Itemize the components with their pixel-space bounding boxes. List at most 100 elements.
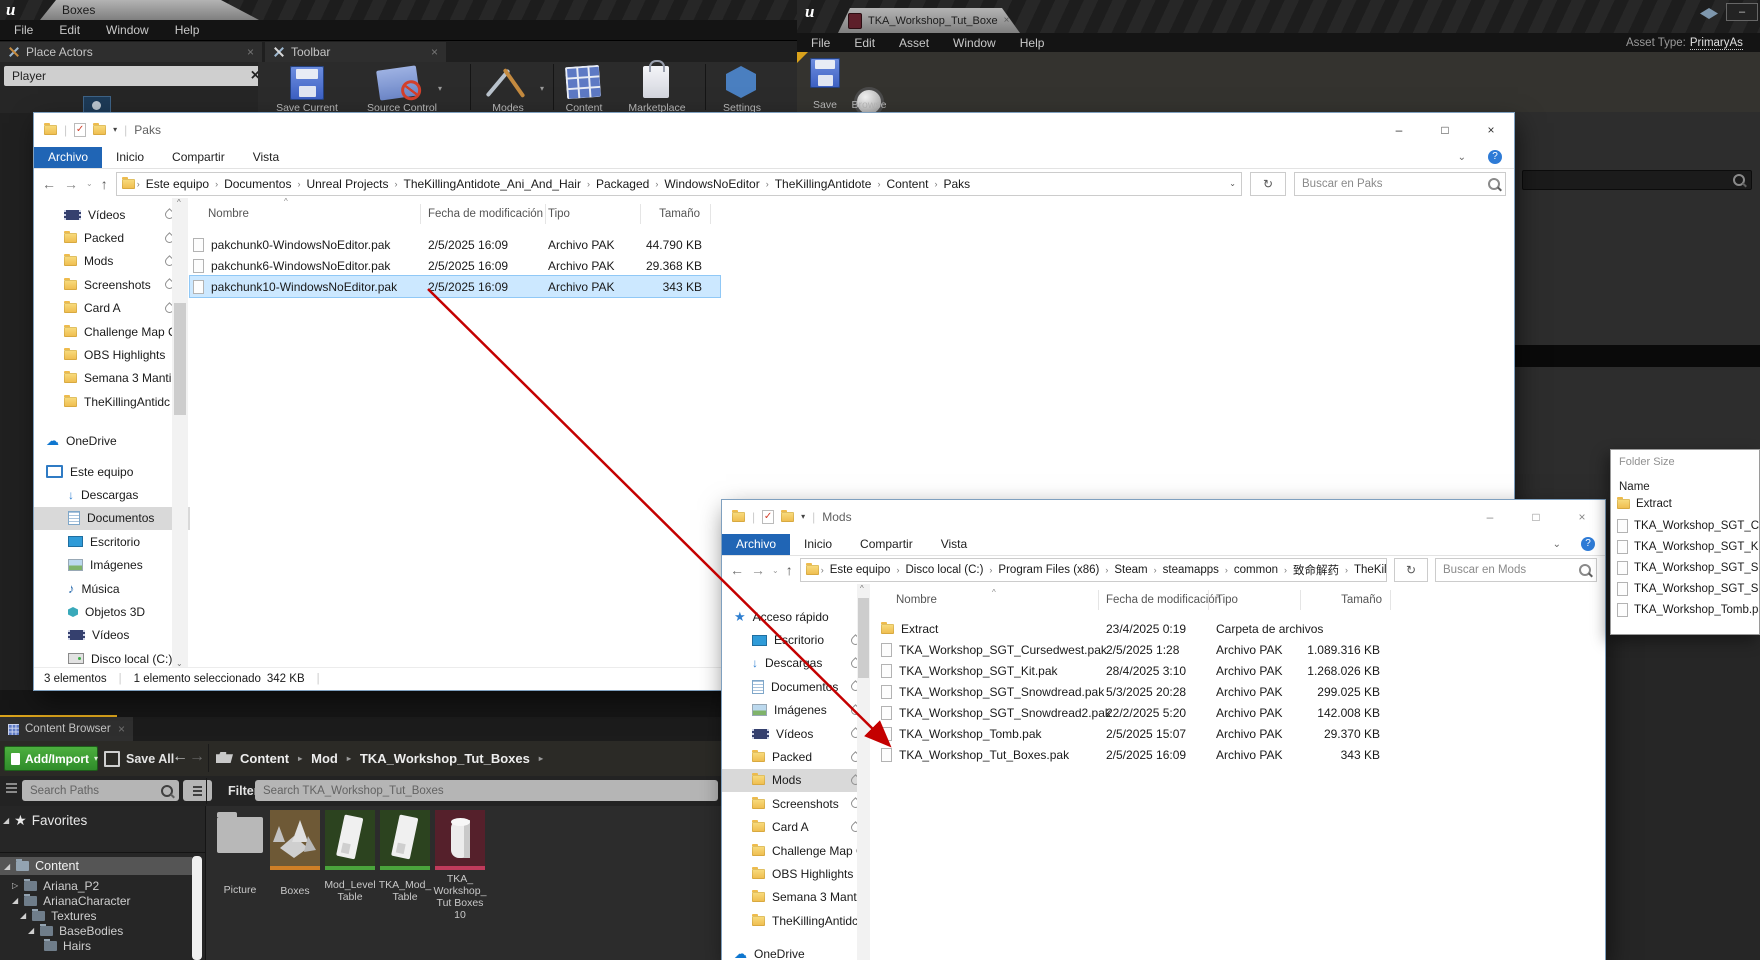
path-list-button[interactable]	[183, 780, 212, 801]
sidebar-item-card-a[interactable]: Card A	[34, 297, 190, 320]
search-input[interactable]	[1300, 176, 1486, 191]
column-tamano[interactable]: Tamaño	[594, 208, 700, 220]
sidebar-item-screenshots[interactable]: Screenshots	[722, 792, 870, 815]
modes-button[interactable]	[485, 64, 528, 102]
menu-window[interactable]: Window	[106, 23, 149, 37]
sidebar-item-packed[interactable]: Packed	[722, 745, 870, 768]
ribbon-tab-inicio[interactable]: Inicio	[102, 147, 158, 168]
search-paths-box[interactable]	[22, 780, 179, 801]
up-arrow-icon[interactable]: ↑	[786, 563, 793, 577]
sidebar-item-card-a[interactable]: Card A	[722, 816, 870, 839]
breadcrumb-item[interactable]: Unreal Projects	[302, 177, 392, 191]
minimize-button[interactable]: –	[1467, 502, 1513, 532]
sort-indicator[interactable]: ^	[992, 588, 996, 597]
nav-pane-scrollbar[interactable]: ^ ⌄	[172, 198, 188, 668]
tab-place-actors[interactable]: Place Actors ×	[0, 42, 262, 62]
window-title[interactable]: Folder Size	[1619, 456, 1675, 468]
menu-help[interactable]: Help	[175, 23, 200, 37]
sidebar-item-challenge-map[interactable]: Challenge Map C	[34, 320, 190, 343]
history-chevron-icon[interactable]: ⌄	[772, 566, 779, 575]
asset-search-input[interactable]	[261, 783, 712, 798]
help-icon[interactable]: ?	[1581, 537, 1595, 551]
maximize-button[interactable]: □	[1513, 502, 1559, 532]
ribbon-expand-icon[interactable]: ⌄	[1458, 152, 1488, 163]
history-chevron-icon[interactable]: ⌄	[86, 179, 93, 188]
expander-icon[interactable]: ◢	[3, 816, 9, 825]
breadcrumb-item[interactable]: Este equipo	[826, 564, 895, 576]
asset-type-value[interactable]: PrimaryAs	[1689, 37, 1743, 50]
breadcrumb-item[interactable]: Disco local (C:)	[901, 564, 987, 576]
asset-thumbnail-picture[interactable]	[217, 812, 263, 853]
ribbon-tab-vista[interactable]: Vista	[239, 147, 293, 168]
sidebar-item-thekillingantidote[interactable]: TheKillingAntidc	[722, 909, 870, 932]
column-tamano[interactable]: Tamaño	[1282, 594, 1382, 606]
close-button[interactable]: ×	[1468, 115, 1514, 145]
menu-edit[interactable]: Edit	[59, 23, 80, 37]
address-box[interactable]: › Este equipo › Documentos › Unreal Projec…	[115, 171, 1242, 196]
scroll-up-icon[interactable]: ^	[177, 198, 181, 207]
sidebar-item-imagenes[interactable]: Imágenes	[722, 699, 870, 722]
column-tipo[interactable]: Tipo	[1216, 594, 1238, 606]
tree-item-arianacharacter[interactable]: ◢ ArianaCharacter	[12, 893, 131, 908]
close-icon[interactable]: ×	[431, 45, 438, 59]
column-fecha[interactable]: Fecha de modificación	[1106, 594, 1221, 606]
save-all-button[interactable]: Save All	[104, 746, 174, 771]
breadcrumb-item[interactable]: TheKillingAntidote	[771, 177, 876, 191]
qat-customize-icon[interactable]: ▾	[113, 125, 117, 134]
search-paths-input[interactable]	[28, 783, 156, 798]
asset-thumbnail-mod-level-table[interactable]	[325, 810, 375, 870]
expander-icon[interactable]: ◢	[12, 896, 18, 905]
search-input[interactable]	[1441, 563, 1577, 577]
asset-thumbnail-tka-mod-table[interactable]	[380, 810, 430, 870]
checkmark-qat-icon[interactable]: ✓	[762, 509, 775, 524]
checkmark-qat-icon[interactable]: ✓	[74, 122, 87, 137]
breadcrumb-item[interactable]: Packaged	[592, 177, 653, 191]
save-button[interactable]	[810, 58, 840, 88]
tree-item-hairs[interactable]: Hairs	[44, 938, 91, 953]
ribbon-tab-compartir[interactable]: Compartir	[158, 147, 239, 168]
tree-item-content[interactable]: ◢ Content	[0, 857, 192, 875]
sidebar-item-videos[interactable]: Vídeos	[722, 722, 870, 745]
ribbon-tab-compartir[interactable]: Compartir	[846, 534, 927, 555]
refresh-button[interactable]: ↻	[1394, 558, 1428, 582]
folder-qat-icon[interactable]	[93, 122, 107, 135]
ribbon-tab-inicio[interactable]: Inicio	[790, 534, 846, 555]
tree-item-ariana-p2[interactable]: ▷ Ariana_P2	[12, 878, 99, 893]
sidebar-item-packed[interactable]: Packed	[34, 226, 190, 249]
tree-item-basebodies[interactable]: ◢ BaseBodies	[28, 923, 123, 938]
sidebar-item-semana[interactable]: Semana 3 Manti	[722, 886, 870, 909]
save-current-button[interactable]	[290, 66, 324, 100]
list-item[interactable]: TKA_Workshop_SGT_Kit.p	[1617, 540, 1759, 554]
column-nombre[interactable]: Nombre	[896, 594, 937, 606]
breadcrumb-item[interactable]: TheKillingAntidote	[1350, 564, 1386, 576]
qat-customize-icon[interactable]: ▾	[801, 512, 805, 521]
details-search-box[interactable]	[1522, 170, 1752, 190]
sidebar-item-onedrive[interactable]: ☁ OneDrive	[34, 430, 190, 453]
address-dropdown-icon[interactable]: ⌄	[1229, 179, 1236, 188]
sidebar-item-disco-local[interactable]: Disco local (C:)	[34, 647, 190, 668]
sidebar-item-mods[interactable]: Mods	[34, 250, 190, 273]
close-icon[interactable]: ×	[118, 722, 125, 736]
maximize-button[interactable]: □	[1422, 115, 1468, 145]
list-item[interactable]: TKA_Workshop_Tomb.pa	[1617, 603, 1759, 617]
close-button[interactable]: ×	[1559, 502, 1605, 532]
expander-icon[interactable]: ◢	[4, 862, 10, 871]
chevron-down-icon[interactable]: ▾	[438, 84, 442, 93]
content-button[interactable]	[564, 64, 602, 100]
scrollbar-thumb[interactable]	[858, 598, 869, 678]
search-box[interactable]	[1435, 558, 1597, 582]
tree-item-textures[interactable]: ◢ Textures	[20, 908, 97, 923]
menu-asset[interactable]: Asset	[899, 36, 929, 50]
place-actors-search[interactable]: ×	[4, 66, 266, 86]
breadcrumb-item[interactable]: TheKillingAntidote_Ani_And_Hair	[400, 177, 585, 191]
marketplace-button[interactable]	[643, 60, 669, 98]
sidebar-item-descargas[interactable]: ↓ Descargas	[34, 483, 190, 506]
asset-thumbnail-boxes[interactable]	[270, 810, 320, 870]
source-control-button[interactable]	[376, 65, 423, 102]
scrollbar-thumb[interactable]	[174, 303, 186, 415]
breadcrumb-item[interactable]: steamapps	[1159, 564, 1223, 576]
sources-toggle-icon[interactable]	[6, 783, 17, 793]
sidebar-item-imagenes[interactable]: Imágenes	[34, 553, 190, 576]
menu-file[interactable]: File	[14, 23, 33, 37]
breadcrumb-item[interactable]: Program Files (x86)	[994, 564, 1103, 576]
